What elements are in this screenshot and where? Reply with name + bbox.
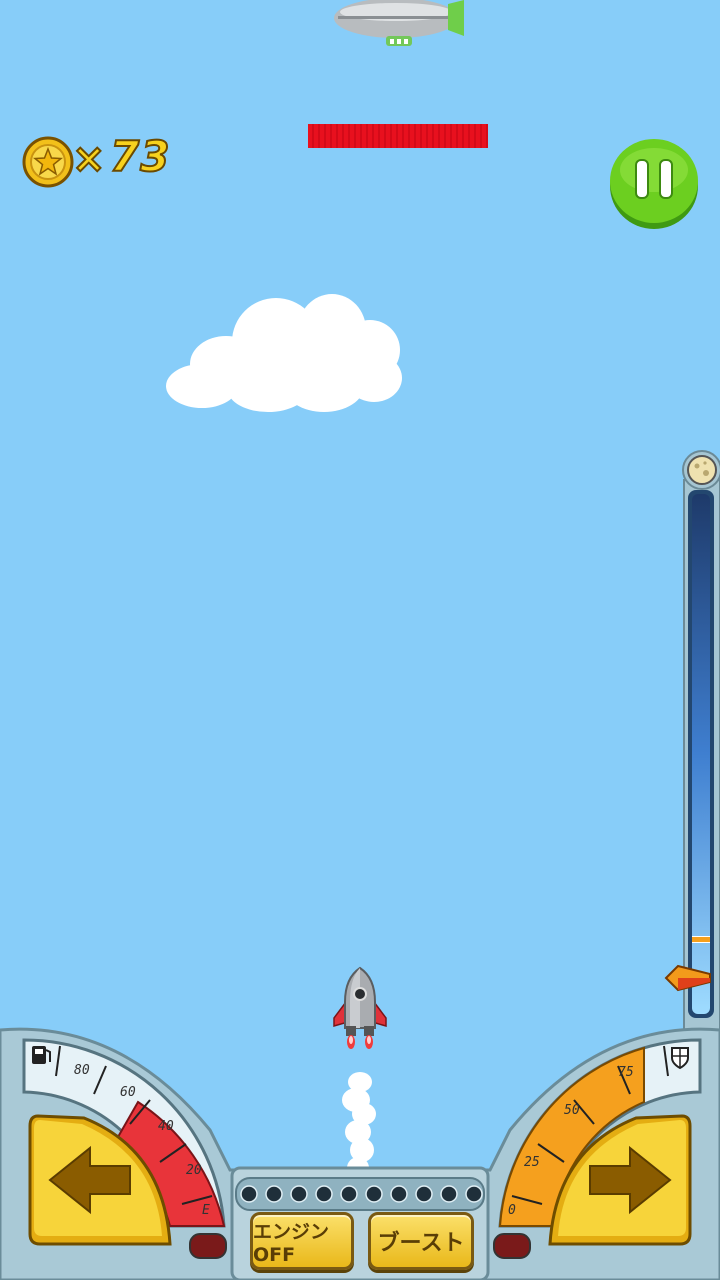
steer-right-button[interactable] bbox=[546, 1110, 696, 1250]
altimeter-rocket-marker bbox=[664, 964, 711, 991]
fuel-tick-80: 80 bbox=[74, 1063, 90, 1078]
health-bar bbox=[308, 124, 488, 148]
times-symbol: × bbox=[71, 135, 106, 183]
coin-icon bbox=[22, 136, 74, 188]
altimeter-threshold-marker bbox=[692, 936, 710, 943]
shield-tick-0: 0 bbox=[508, 1203, 516, 1218]
fuel-tick-e: E bbox=[202, 1203, 210, 1218]
arrow-left-icon bbox=[28, 1114, 172, 1246]
health-bar-fill bbox=[308, 124, 488, 148]
shield-icon bbox=[671, 1047, 689, 1070]
fuel-tick-60: 60 bbox=[120, 1085, 136, 1100]
boost-button[interactable]: ブースト bbox=[368, 1212, 474, 1270]
engine-off-button[interactable]: エンジンOFF bbox=[250, 1212, 354, 1270]
coin-count: 73 bbox=[109, 131, 171, 182]
shield-tick-25: 25 bbox=[524, 1155, 540, 1170]
steer-left-button[interactable] bbox=[24, 1110, 174, 1250]
pause-icon bbox=[610, 139, 698, 229]
arrow-right-icon bbox=[548, 1114, 692, 1246]
cloud bbox=[166, 294, 402, 412]
fuel-tick-20: 20 bbox=[186, 1163, 202, 1178]
pause-button[interactable] bbox=[608, 136, 700, 230]
moon-icon bbox=[687, 455, 717, 485]
game-screen: × 73 80 60 40 20 E 0 25 50 75 エンジンOFF ブー… bbox=[0, 0, 720, 1280]
shield-tick-75: 75 bbox=[618, 1065, 634, 1080]
blimp bbox=[334, 0, 464, 46]
